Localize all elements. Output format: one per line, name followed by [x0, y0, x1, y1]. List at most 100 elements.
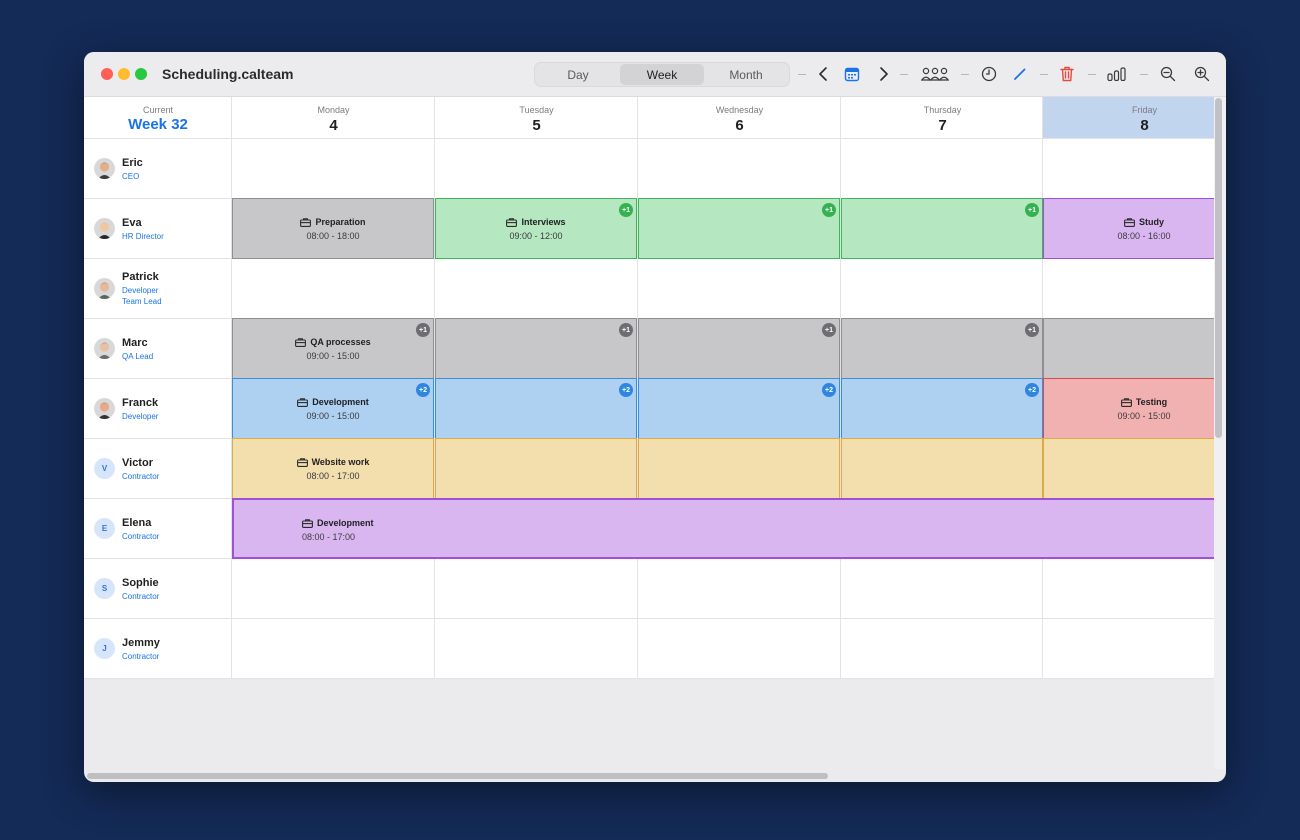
event-continuation[interactable]: +2	[435, 378, 637, 439]
toolbar-separator	[900, 74, 908, 75]
view-day-button[interactable]: Day	[536, 64, 620, 85]
event-website-work[interactable]: Website work 08:00 - 17:00	[232, 438, 434, 499]
schedule-cell[interactable]	[841, 139, 1043, 198]
time-button[interactable]	[980, 64, 998, 84]
schedule-cell[interactable]	[638, 259, 840, 318]
event-continuation[interactable]	[1043, 318, 1214, 379]
schedule-cell[interactable]	[841, 619, 1043, 678]
day-header[interactable]: Wednesday 6	[638, 97, 841, 139]
overlap-count-badge[interactable]: +2	[619, 383, 633, 397]
schedule-cell[interactable]	[435, 559, 637, 618]
avatar-initial: V	[94, 458, 115, 479]
briefcase-icon	[295, 337, 307, 347]
event-continuation[interactable]: +2	[841, 378, 1043, 439]
schedule-cell[interactable]	[232, 139, 434, 198]
view-month-button[interactable]: Month	[704, 64, 788, 85]
close-window-button[interactable]	[101, 68, 113, 80]
delete-button[interactable]	[1059, 64, 1075, 84]
event-time: 08:00 - 16:00	[1117, 231, 1171, 241]
toolbar-separator	[1040, 74, 1048, 75]
person-row-jemmy[interactable]: J Jemmy Contractor	[84, 619, 232, 679]
overlap-count-badge[interactable]: +2	[822, 383, 836, 397]
schedule-cell[interactable]	[1043, 559, 1214, 618]
day-header[interactable]: Friday 8	[1043, 97, 1214, 139]
event-continuation[interactable]	[435, 438, 637, 499]
event-continuation[interactable]: +1	[841, 198, 1043, 259]
day-header[interactable]: Monday 4	[232, 97, 435, 139]
day-name: Monday	[317, 105, 350, 115]
today-button[interactable]	[843, 64, 861, 84]
event-title: QA processes	[233, 337, 433, 347]
schedule-cell[interactable]	[841, 259, 1043, 318]
schedule-cell[interactable]	[638, 139, 840, 198]
person-row-patrick[interactable]: Patrick Developer Team Lead	[84, 259, 232, 319]
person-name: Victor	[122, 457, 153, 469]
overlap-count-badge[interactable]: +1	[619, 203, 633, 217]
overlap-count-badge[interactable]: +1	[1025, 203, 1039, 217]
zoom-out-icon	[1160, 66, 1176, 82]
event-continuation[interactable]: +1	[435, 318, 637, 379]
person-name: Eric	[122, 157, 143, 169]
event-continuation[interactable]: +1	[841, 318, 1043, 379]
schedule-cell[interactable]	[435, 259, 637, 318]
briefcase-icon	[297, 397, 309, 407]
schedule-cell[interactable]	[435, 139, 637, 198]
event-study[interactable]: Study 08:00 - 16:00	[1043, 198, 1214, 259]
overlap-count-badge[interactable]: +1	[416, 323, 430, 337]
schedule-cell[interactable]	[841, 559, 1043, 618]
overlap-count-badge[interactable]: +1	[619, 323, 633, 337]
schedule-cell[interactable]	[638, 559, 840, 618]
person-role: Developer	[122, 286, 159, 295]
person-row-victor[interactable]: V Victor Contractor	[84, 439, 232, 499]
briefcase-icon	[296, 457, 308, 467]
vertical-scrollbar[interactable]	[1215, 98, 1222, 438]
person-row-sophie[interactable]: S Sophie Contractor	[84, 559, 232, 619]
schedule-cell[interactable]	[232, 559, 434, 618]
schedule-cell[interactable]	[1043, 139, 1214, 198]
schedule-cell[interactable]	[1043, 259, 1214, 318]
event-continuation[interactable]: +2	[638, 378, 840, 439]
event-development[interactable]: Development 09:00 - 15:00 +2	[232, 378, 434, 439]
event-continuation[interactable]	[638, 438, 840, 499]
person-row-franck[interactable]: Franck Developer	[84, 379, 232, 439]
person-row-elena[interactable]: E Elena Contractor	[84, 499, 232, 559]
view-week-button[interactable]: Week	[620, 64, 704, 85]
overlap-count-badge[interactable]: +2	[416, 383, 430, 397]
event-testing[interactable]: Testing 09:00 - 15:00	[1043, 378, 1214, 439]
overlap-count-badge[interactable]: +2	[1025, 383, 1039, 397]
minimize-window-button[interactable]	[118, 68, 130, 80]
schedule-cell[interactable]	[435, 619, 637, 678]
schedule-cell[interactable]	[638, 619, 840, 678]
zoom-out-button[interactable]	[1159, 64, 1177, 84]
event-interviews[interactable]: Interviews 09:00 - 12:00 +1	[435, 198, 637, 259]
next-week-button[interactable]	[877, 64, 891, 84]
stats-button[interactable]	[1106, 64, 1128, 84]
previous-week-button[interactable]	[816, 64, 830, 84]
week-label[interactable]: Week 32	[84, 116, 232, 133]
person-row-marc[interactable]: Marc QA Lead	[84, 319, 232, 379]
schedule-cell[interactable]	[232, 619, 434, 678]
event-title: Preparation	[233, 217, 433, 227]
day-number: 8	[1140, 117, 1149, 134]
day-header[interactable]: Thursday 7	[841, 97, 1044, 139]
team-button[interactable]	[920, 64, 950, 84]
event-continuation[interactable]: +1	[638, 318, 840, 379]
event-qa-processes[interactable]: QA processes 09:00 - 15:00 +1	[232, 318, 434, 379]
event-preparation[interactable]: Preparation 08:00 - 18:00	[232, 198, 434, 259]
horizontal-scrollbar[interactable]	[87, 773, 828, 779]
zoom-in-button[interactable]	[1193, 64, 1211, 84]
overlap-count-badge[interactable]: +1	[1025, 323, 1039, 337]
event-continuation[interactable]: +1	[638, 198, 840, 259]
person-row-eric[interactable]: Eric CEO	[84, 139, 232, 199]
event-continuation[interactable]	[841, 438, 1043, 499]
zoom-window-button[interactable]	[135, 68, 147, 80]
event-development[interactable]: Development 08:00 - 17:00	[232, 498, 1214, 559]
person-row-eva[interactable]: Eva HR Director	[84, 199, 232, 259]
edit-button[interactable]	[1012, 64, 1028, 84]
event-continuation[interactable]	[1043, 438, 1214, 499]
schedule-cell[interactable]	[1043, 619, 1214, 678]
overlap-count-badge[interactable]: +1	[822, 323, 836, 337]
day-header[interactable]: Tuesday 5	[435, 97, 638, 139]
schedule-cell[interactable]	[232, 259, 434, 318]
overlap-count-badge[interactable]: +1	[822, 203, 836, 217]
